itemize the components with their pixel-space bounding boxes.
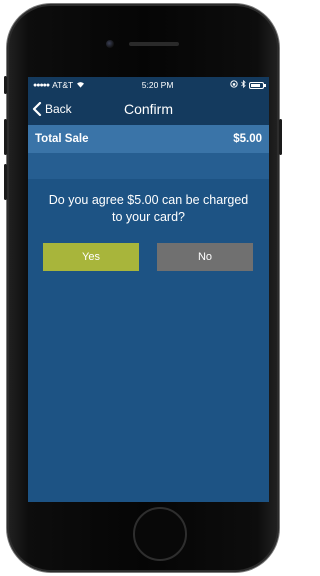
- carrier-label: AT&T: [52, 80, 74, 90]
- volume-up-button: [4, 119, 7, 155]
- signal-dots-icon: ●●●●●: [33, 81, 50, 89]
- volume-down-button: [4, 164, 7, 200]
- sale-row-shade: [28, 153, 269, 179]
- mute-switch: [4, 76, 7, 94]
- back-label: Back: [45, 102, 72, 116]
- navigation-bar: Back Confirm: [28, 93, 269, 125]
- total-sale-label: Total Sale: [35, 133, 89, 145]
- wifi-icon: [76, 81, 85, 90]
- back-button[interactable]: Back: [32, 93, 72, 125]
- bluetooth-icon: [241, 79, 246, 90]
- confirmation-prompt: Do you agree $5.00 can be charged to you…: [48, 193, 249, 224]
- power-button: [279, 119, 282, 155]
- total-sale-row: Total Sale $5.00: [28, 125, 269, 153]
- yes-button[interactable]: Yes: [43, 243, 139, 271]
- earpiece-speaker: [129, 42, 179, 46]
- lock-rotation-icon: [230, 80, 238, 90]
- battery-icon: [248, 81, 266, 89]
- no-button[interactable]: No: [157, 243, 253, 271]
- home-button[interactable]: [133, 507, 187, 561]
- status-time: 5:20 PM: [141, 80, 174, 90]
- app-screen: ●●●●● AT&T 5:20 PM Back Confirm Total Sa…: [28, 77, 269, 502]
- total-sale-amount: $5.00: [233, 133, 262, 145]
- chevron-left-icon: [32, 102, 42, 116]
- status-bar: ●●●●● AT&T 5:20 PM: [28, 77, 269, 93]
- front-camera: [106, 40, 114, 48]
